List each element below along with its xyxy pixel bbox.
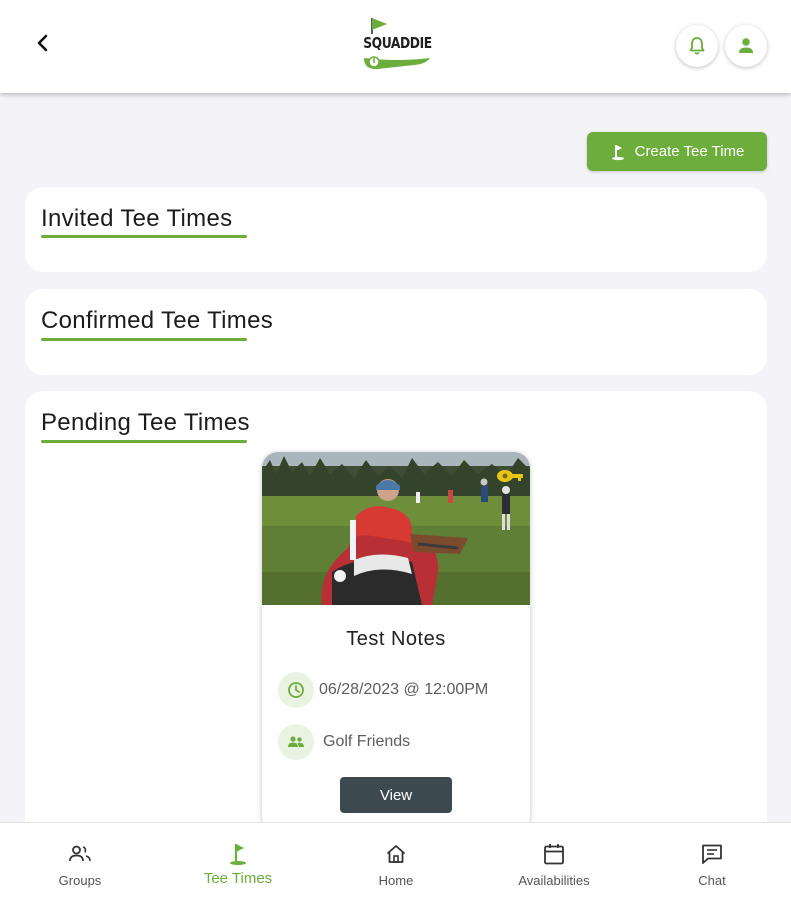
invited-tee-times-panel[interactable]: Invited Tee Times: [25, 187, 767, 272]
nav-label-chat: Chat: [698, 873, 726, 888]
invited-tee-times-title: Invited Tee Times: [41, 205, 233, 232]
view-button[interactable]: View: [340, 777, 452, 813]
group-icon-wrap: [278, 724, 314, 760]
nav-label-availabilities: Availabilities: [518, 873, 590, 888]
tee-time-group: Golf Friends: [323, 733, 411, 750]
nav-label-groups: Groups: [58, 873, 102, 888]
nav-chat[interactable]: Chat: [647, 823, 777, 900]
home-icon: [387, 845, 405, 863]
golf-flag-icon: [230, 844, 246, 865]
profile-button[interactable]: [725, 25, 767, 67]
create-tee-time-label: Create Tee Time: [634, 143, 745, 160]
confirmed-tee-times-panel[interactable]: Confirmed Tee Times: [25, 289, 767, 375]
chat-icon: [702, 844, 722, 864]
chevron-left-icon: [37, 34, 48, 52]
tee-time-datetime: 06/28/2023 @ 12:00PM: [319, 681, 489, 698]
title-underline: [41, 338, 247, 341]
groups-icon: [69, 845, 91, 862]
user-icon: [739, 38, 753, 53]
group-icon: [288, 736, 304, 747]
notifications-button[interactable]: [676, 25, 718, 67]
nav-availabilities[interactable]: Availabilities: [489, 823, 619, 900]
tee-time-card[interactable]: Test Notes 06/28/2023 @ 12:00PM Golf Fri…: [262, 452, 530, 832]
bottom-navigation: Groups Tee Times Home Availabilities Cha…: [0, 822, 791, 900]
squaddie-logo: SQUADDIE: [356, 14, 436, 74]
bell-icon: [689, 37, 705, 55]
logo-text: SQUADDIE: [363, 34, 432, 52]
clock-icon: [288, 682, 304, 698]
clock-icon-wrap: [278, 672, 314, 708]
card-title: Test Notes: [346, 628, 446, 650]
confirmed-tee-times-title: Confirmed Tee Times: [41, 307, 274, 334]
golf-flag-icon: [611, 144, 624, 160]
back-button[interactable]: [28, 28, 58, 58]
create-tee-time-button[interactable]: Create Tee Time: [587, 132, 767, 171]
nav-home[interactable]: Home: [331, 823, 461, 900]
nav-label-tee-times: Tee Times: [203, 870, 273, 887]
nav-label-home: Home: [378, 873, 414, 888]
title-underline: [41, 440, 247, 443]
golf-course-image: [262, 452, 530, 605]
app-header: SQUADDIE: [0, 0, 791, 93]
nav-groups[interactable]: Groups: [15, 823, 145, 900]
nav-tee-times[interactable]: Tee Times: [173, 823, 303, 900]
pending-tee-times-title: Pending Tee Times: [41, 409, 250, 436]
calendar-icon: [544, 844, 564, 865]
title-underline: [41, 235, 247, 238]
